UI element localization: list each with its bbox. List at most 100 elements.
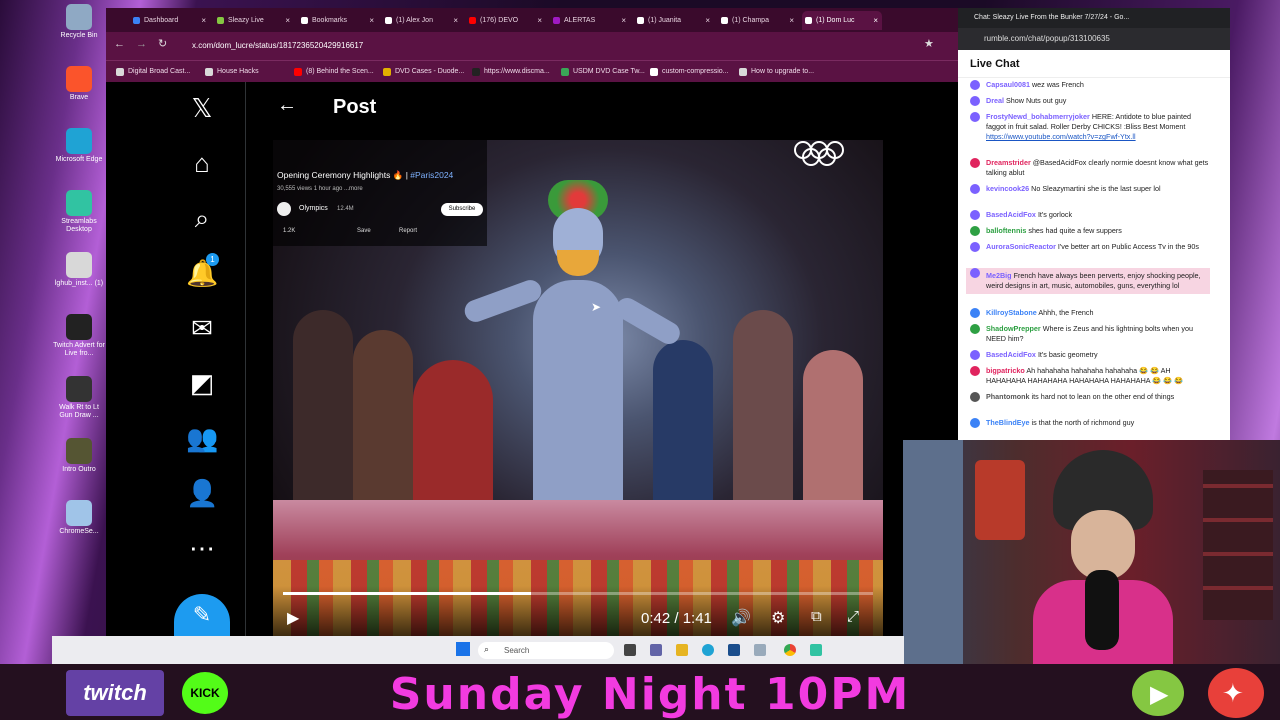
streamlabs-icon[interactable] bbox=[810, 644, 822, 656]
search-icon[interactable]: ⌕ bbox=[186, 202, 218, 234]
browser-tab[interactable]: (176) DEVO × bbox=[466, 11, 546, 30]
grok-icon[interactable]: ◩ bbox=[186, 367, 218, 399]
taskbar-search[interactable]: Search bbox=[478, 642, 614, 659]
tab-close-icon[interactable]: × bbox=[285, 11, 290, 30]
chat-link[interactable]: https://www.youtube.com/watch?v=zgFwf-Yt… bbox=[986, 132, 1136, 141]
chat-username[interactable]: Me2Big bbox=[986, 271, 1012, 280]
browser-tab[interactable]: (1) Dom Luc × bbox=[802, 11, 882, 30]
chat-username[interactable]: KillroyStabone bbox=[986, 308, 1037, 317]
tab-close-icon[interactable]: × bbox=[369, 11, 374, 30]
bookmark-item[interactable]: https://www.discma... bbox=[472, 61, 550, 83]
teams-icon[interactable] bbox=[650, 644, 662, 656]
report-button[interactable]: Report bbox=[399, 228, 417, 234]
messages-icon[interactable]: ✉ bbox=[186, 312, 218, 344]
x-logo-icon[interactable]: 𝕏 bbox=[186, 92, 218, 124]
notifications-icon[interactable]: 🔔 1 bbox=[186, 253, 219, 289]
bookmark-star-icon[interactable]: ★ bbox=[924, 37, 934, 50]
chrome-icon[interactable] bbox=[784, 644, 796, 656]
chat-text: Ahhh, the French bbox=[1038, 308, 1094, 317]
video-progress-bar[interactable] bbox=[283, 592, 873, 595]
tab-close-icon[interactable]: × bbox=[873, 11, 878, 30]
bookmark-item[interactable]: Digital Broad Cast... bbox=[116, 61, 190, 83]
fullscreen-icon[interactable]: ⤢ bbox=[847, 608, 859, 625]
chat-username[interactable]: BasedAcidFox bbox=[986, 350, 1036, 359]
chat-username[interactable]: Dreal bbox=[986, 96, 1004, 105]
desktop-icon-label: Twitch Advert for Live fro... bbox=[53, 342, 105, 357]
settings-gear-icon[interactable]: ⚙ bbox=[771, 608, 785, 628]
back-arrow-icon[interactable]: ← bbox=[277, 94, 297, 117]
chat-username[interactable]: bigpatricko bbox=[986, 366, 1025, 375]
forward-icon[interactable]: → bbox=[136, 38, 147, 50]
bookmark-item[interactable]: custom-compressio... bbox=[650, 61, 729, 83]
kick-logo: KICK bbox=[182, 672, 228, 714]
chat-username[interactable]: kevincook26 bbox=[986, 184, 1029, 193]
video-time: 0:42 / 1:41 bbox=[641, 610, 712, 627]
file-explorer-icon[interactable] bbox=[676, 644, 688, 656]
desktop-icon[interactable]: lghub_inst... (1) bbox=[52, 252, 106, 288]
reload-icon[interactable]: ↻ bbox=[158, 37, 167, 50]
chat-username[interactable]: AuroraSonicReactor bbox=[986, 242, 1056, 251]
subscribe-button[interactable]: Subscribe bbox=[441, 203, 483, 216]
desktop-icon[interactable]: Microsoft Edge bbox=[52, 128, 106, 164]
communities-icon[interactable]: 👥 bbox=[186, 422, 218, 454]
desktop-icon[interactable]: Streamlabs Desktop bbox=[52, 190, 106, 234]
tab-close-icon[interactable]: × bbox=[201, 11, 206, 30]
chat-username[interactable]: Capsaul0081 bbox=[986, 80, 1030, 89]
play-icon[interactable]: ▶ bbox=[287, 608, 299, 628]
chat-username[interactable]: TheBlindEye bbox=[986, 418, 1030, 427]
bookmark-label: How to upgrade to... bbox=[751, 68, 815, 75]
tab-close-icon[interactable]: × bbox=[453, 11, 458, 30]
bookmark-item[interactable]: USDM DVD Case Tw... bbox=[561, 61, 645, 83]
edge-icon[interactable] bbox=[702, 644, 714, 656]
chat-username[interactable]: BasedAcidFox bbox=[986, 210, 1036, 219]
profile-icon[interactable]: 👤 bbox=[186, 477, 218, 509]
tab-close-icon[interactable]: × bbox=[705, 11, 710, 30]
desktop-icon[interactable]: Recycle Bin bbox=[52, 4, 106, 40]
chat-username[interactable]: Dreamstrider bbox=[986, 158, 1031, 167]
desktop-icon[interactable]: ChromeSe... bbox=[52, 500, 106, 536]
browser-tab[interactable]: (1) Alex Jon × bbox=[382, 11, 462, 30]
browser-tab[interactable]: Dashboard × bbox=[130, 11, 210, 30]
tab-close-icon[interactable]: × bbox=[537, 11, 542, 30]
chat-message-list[interactable]: Capsaul0081 wez was French Dreal Show Nut… bbox=[958, 78, 1214, 440]
pip-icon[interactable]: ⧉ bbox=[811, 608, 822, 625]
browser-tab[interactable]: Bookmarks × bbox=[298, 11, 378, 30]
like-count[interactable]: 1.2K bbox=[283, 228, 295, 234]
desktop-icon[interactable]: Intro Outro bbox=[52, 438, 106, 474]
task-view-icon[interactable] bbox=[624, 644, 636, 656]
browser-tab[interactable]: ALERTAS × bbox=[550, 11, 630, 30]
bookmark-item[interactable]: House Hacks bbox=[205, 61, 259, 83]
bookmark-item[interactable]: (8) Behind the Scen... bbox=[294, 61, 374, 83]
desktop-icon[interactable]: Walk Rt to Lt Gun Draw ... bbox=[52, 376, 106, 420]
settings-icon[interactable] bbox=[754, 644, 766, 656]
video-player[interactable]: Opening Ceremony Highlights 🔥 | #Paris20… bbox=[273, 140, 883, 636]
url-field[interactable]: x.com/dom_lucre/status/18172365204299166… bbox=[192, 36, 872, 56]
desktop-icon-image bbox=[66, 128, 92, 154]
desktop-icon[interactable]: Brave bbox=[52, 66, 106, 102]
browser-tab[interactable]: (1) Champa × bbox=[718, 11, 798, 30]
browser-tab[interactable]: (1) Juanita × bbox=[634, 11, 714, 30]
chat-avatar bbox=[970, 158, 980, 168]
desktop-icon-label: Recycle Bin bbox=[60, 32, 98, 39]
tab-label: ALERTAS bbox=[564, 17, 596, 24]
chat-username[interactable]: balloftennis bbox=[986, 226, 1026, 235]
windows-start-icon[interactable] bbox=[456, 642, 470, 656]
tab-close-icon[interactable]: × bbox=[789, 11, 794, 30]
store-icon[interactable] bbox=[728, 644, 740, 656]
more-icon[interactable]: ⋯ bbox=[186, 532, 218, 564]
post-compose-button[interactable]: ✎ bbox=[174, 594, 230, 636]
back-icon[interactable]: ← bbox=[114, 38, 125, 50]
chat-username[interactable]: FrostyNewd_bohabmerryjoker bbox=[986, 112, 1090, 121]
volume-icon[interactable]: 🔊 bbox=[731, 608, 751, 628]
chat-username[interactable]: Phantomonk bbox=[986, 392, 1030, 401]
bookmark-label: (8) Behind the Scen... bbox=[306, 68, 374, 75]
tab-close-icon[interactable]: × bbox=[621, 11, 626, 30]
bookmark-item[interactable]: How to upgrade to... bbox=[739, 61, 814, 83]
save-button[interactable]: Save bbox=[357, 228, 371, 234]
channel-name[interactable]: Olympics bbox=[299, 205, 328, 212]
home-icon[interactable]: ⌂ bbox=[186, 147, 218, 179]
desktop-icon[interactable]: Twitch Advert for Live fro... bbox=[52, 314, 106, 358]
browser-tab[interactable]: Sleazy Live × bbox=[214, 11, 294, 30]
chat-username[interactable]: ShadowPrepper bbox=[986, 324, 1041, 333]
bookmark-item[interactable]: DVD Cases - Duode... bbox=[383, 61, 464, 83]
